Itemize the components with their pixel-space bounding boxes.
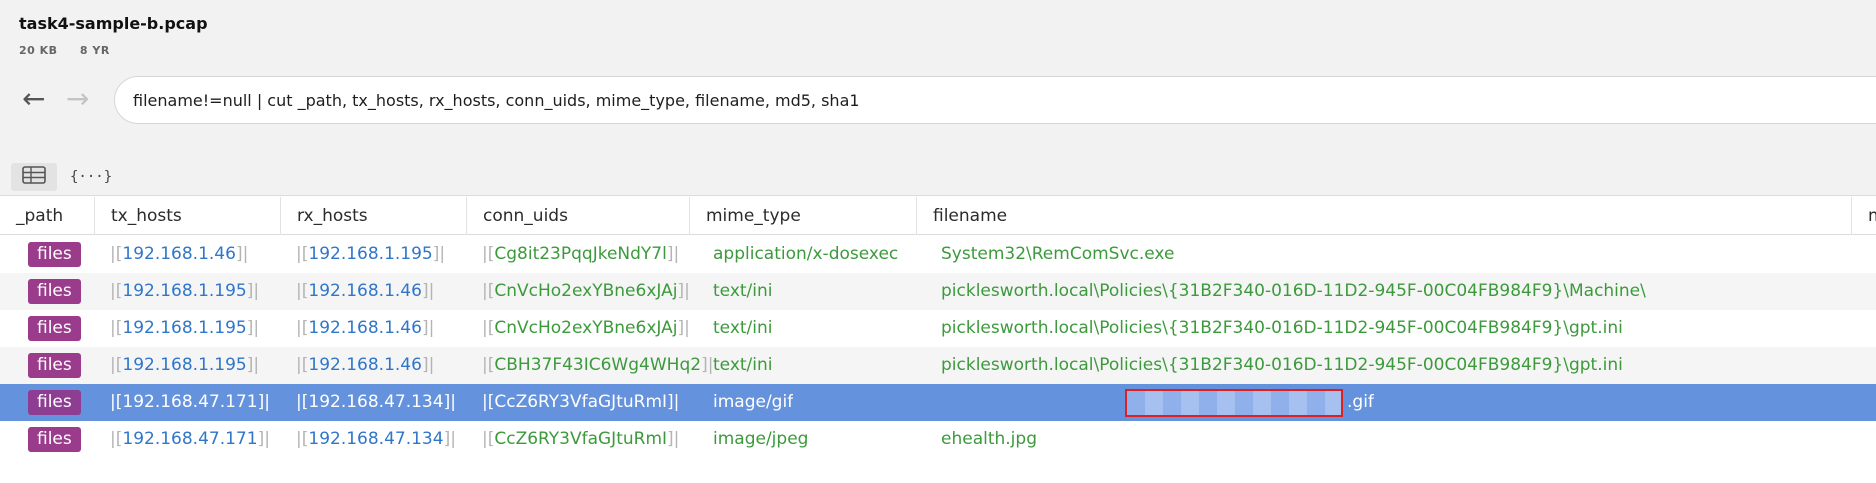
table-icon (22, 166, 46, 184)
back-button[interactable]: ← (22, 84, 45, 114)
path-badge: files (28, 316, 81, 341)
conn-uids-cell: |[CnVcHo2exYBne6xJAj]| (482, 281, 690, 301)
forward-button[interactable]: → (66, 84, 89, 114)
tx-hosts-cell: |[192.168.1.195]| (110, 355, 260, 375)
path-badge: files (28, 427, 81, 452)
view-toolbar: {···} (0, 158, 1876, 196)
filename-cell: .gif (1347, 392, 1374, 412)
table-row[interactable]: files |[192.168.47.171]| |[192.168.47.13… (0, 421, 1876, 458)
redacted-region (1125, 389, 1343, 417)
rx-hosts-cell: |[192.168.1.46]| (296, 318, 435, 338)
column-header-md5[interactable]: m (1852, 197, 1876, 235)
table-view-button[interactable] (11, 163, 57, 191)
conn-uids-cell: |[CBH37F43IC6Wg4WHq2]| (482, 355, 714, 375)
conn-uids-cell: |[CcZ6RY3VfaGJtuRmI]| (482, 392, 680, 412)
file-age: 8 YR (79, 44, 110, 57)
path-badge: files (28, 353, 81, 378)
filename-cell: picklesworth.local\Policies\{31B2F340-01… (941, 318, 1623, 338)
conn-uids-cell: |[CcZ6RY3VfaGJtuRmI]| (482, 429, 680, 449)
table-row[interactable]: files |[192.168.1.195]| |[192.168.1.46]|… (0, 273, 1876, 310)
table-header: _path tx_hosts rx_hosts conn_uids mime_t… (0, 197, 1876, 235)
path-badge: files (28, 242, 81, 267)
table-row-selected[interactable]: files |[192.168.47.171]| |[192.168.47.13… (0, 384, 1876, 421)
file-size: 20 KB (19, 44, 58, 57)
rx-hosts-cell: |[192.168.47.134]| (296, 392, 456, 412)
tx-hosts-cell: |[192.168.1.195]| (110, 281, 260, 301)
mime-type-cell: application/x-dosexec (713, 244, 899, 264)
table-row[interactable]: files |[192.168.1.195]| |[192.168.1.46]|… (0, 347, 1876, 384)
column-header-conn-uids[interactable]: conn_uids (467, 197, 690, 235)
filename-cell: picklesworth.local\Policies\{31B2F340-01… (941, 281, 1646, 301)
tx-hosts-cell: |[192.168.47.171]| (110, 429, 270, 449)
tx-hosts-cell: |[192.168.1.46]| (110, 244, 249, 264)
file-header: task4-sample-b.pcap 20 KB 8 YR ← → (0, 0, 1876, 158)
mime-type-cell: text/ini (713, 355, 773, 375)
rx-hosts-cell: |[192.168.1.195]| (296, 244, 446, 264)
table-row[interactable]: files |[192.168.1.46]| |[192.168.1.195]|… (0, 236, 1876, 273)
rx-hosts-cell: |[192.168.1.46]| (296, 355, 435, 375)
path-badge: files (28, 390, 81, 415)
tx-hosts-cell: |[192.168.1.195]| (110, 318, 260, 338)
file-title: task4-sample-b.pcap (19, 14, 208, 33)
table-row[interactable]: files |[192.168.1.195]| |[192.168.1.46]|… (0, 310, 1876, 347)
filename-cell: picklesworth.local\Policies\{31B2F340-01… (941, 355, 1623, 375)
column-header-tx-hosts[interactable]: tx_hosts (95, 197, 281, 235)
conn-uids-cell: |[CnVcHo2exYBne6xJAj]| (482, 318, 690, 338)
mime-type-cell: text/ini (713, 318, 773, 338)
rx-hosts-cell: |[192.168.1.46]| (296, 281, 435, 301)
mime-type-cell: text/ini (713, 281, 773, 301)
mime-type-cell: image/jpeg (713, 429, 809, 449)
query-input[interactable] (114, 76, 1876, 124)
tx-hosts-cell: |[192.168.47.171]| (110, 392, 270, 412)
column-header-filename[interactable]: filename (917, 197, 1852, 235)
column-header-path[interactable]: _path (0, 197, 95, 235)
path-badge: files (28, 279, 81, 304)
conn-uids-cell: |[Cg8it23PqqJkeNdY7l]| (482, 244, 680, 264)
column-header-mime-type[interactable]: mime_type (690, 197, 917, 235)
file-meta: 20 KB 8 YR (19, 44, 128, 57)
mime-type-cell: image/gif (713, 392, 794, 412)
rx-hosts-cell: |[192.168.47.134]| (296, 429, 456, 449)
column-header-rx-hosts[interactable]: rx_hosts (281, 197, 467, 235)
json-view-button[interactable]: {···} (70, 163, 112, 191)
filename-cell: System32\RemComSvc.exe (941, 244, 1175, 264)
filename-cell: ehealth.jpg (941, 429, 1037, 449)
